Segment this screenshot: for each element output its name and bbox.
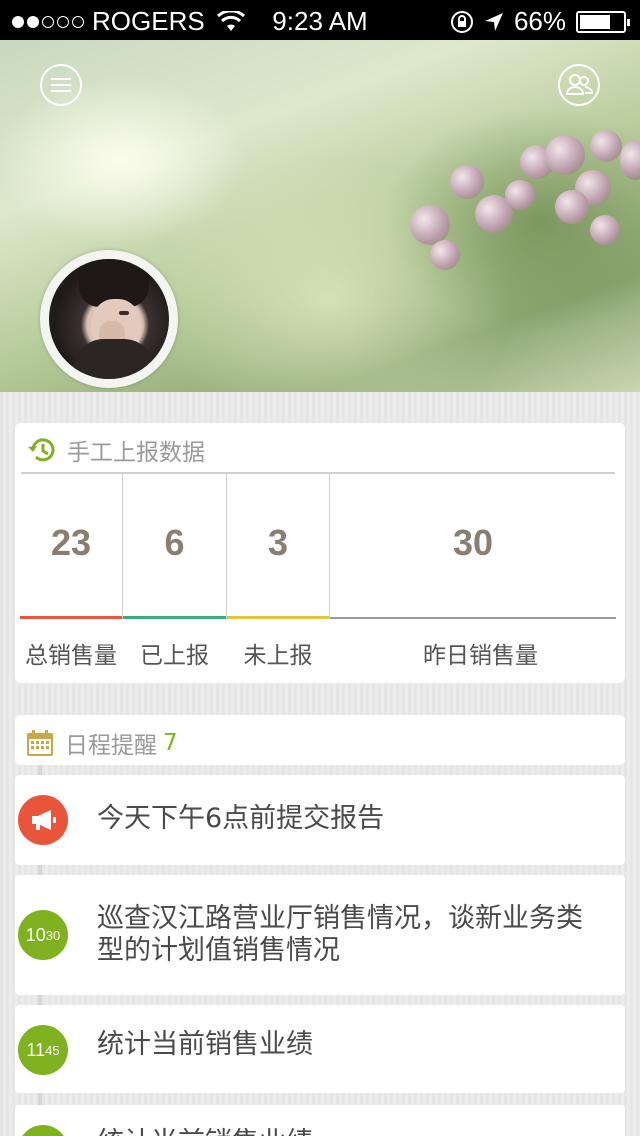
sales-card-header: 手工上报数据 bbox=[27, 433, 205, 467]
stat-label: 未上报 bbox=[243, 643, 313, 669]
schedule-item-text: 统计当前销售业绩 bbox=[97, 1127, 609, 1136]
avatar[interactable] bbox=[40, 250, 178, 388]
stat-bar bbox=[330, 617, 616, 619]
sales-report-card: 手工上报数据 23 6 3 30 总销售量 已上报 未上报 昨日销售量 bbox=[15, 423, 625, 683]
contacts-button[interactable] bbox=[558, 64, 600, 106]
reminder-badge bbox=[18, 795, 68, 845]
time-minute: 30 bbox=[45, 927, 61, 943]
schedule-item-text: 巡查汉江路营业厅销售情况，谈新业务类型的计划值销售情况 bbox=[97, 903, 583, 966]
stat-bar bbox=[227, 616, 329, 619]
sales-card-title: 手工上报数据 bbox=[67, 440, 205, 466]
friends-icon bbox=[565, 74, 593, 95]
stat-reported[interactable]: 6 bbox=[123, 474, 226, 619]
stat-total-sales[interactable]: 23 bbox=[20, 474, 122, 619]
time-badge: 10 30 bbox=[18, 910, 68, 960]
stat-label: 已上报 bbox=[140, 643, 209, 669]
schedule-item[interactable]: 统计当前销售业绩 bbox=[15, 1105, 625, 1136]
stat-unreported[interactable]: 3 bbox=[227, 474, 329, 619]
location-arrow-icon bbox=[484, 12, 503, 31]
time-badge bbox=[18, 1125, 68, 1136]
stat-bar bbox=[123, 616, 226, 619]
schedule-item-text: 今天下午6点前提交报告 bbox=[97, 803, 385, 834]
time-hour: 11 bbox=[26, 1039, 46, 1060]
time-hour: 10 bbox=[25, 924, 46, 945]
stat-value: 6 bbox=[164, 522, 185, 563]
battery-percent: 66% bbox=[513, 6, 566, 36]
megaphone-icon bbox=[32, 810, 56, 830]
schedule-item[interactable]: 今天下午6点前提交报告 bbox=[15, 775, 625, 865]
menu-button[interactable] bbox=[40, 64, 82, 106]
schedule-item-text: 统计当前销售业绩 bbox=[97, 1029, 313, 1060]
stat-value: 30 bbox=[452, 522, 494, 563]
stat-value: 23 bbox=[50, 522, 92, 563]
stat-label: 总销售量 bbox=[25, 643, 117, 669]
history-icon bbox=[28, 438, 55, 462]
schedule-title: 日程提醒 bbox=[65, 733, 157, 759]
schedule-item[interactable]: 10 30 巡查汉江路营业厅销售情况，谈新业务类型的计划值销售情况 bbox=[15, 875, 625, 995]
schedule-header[interactable]: 日程提醒 7 bbox=[15, 715, 625, 765]
schedule-count: 7 bbox=[163, 730, 178, 756]
avatar-image bbox=[49, 259, 169, 379]
time-badge: 11 45 bbox=[18, 1025, 68, 1075]
profile-banner bbox=[0, 40, 640, 392]
schedule-item[interactable]: 11 45 统计当前销售业绩 bbox=[15, 1005, 625, 1093]
stat-bar bbox=[20, 616, 122, 619]
stat-label: 昨日销售量 bbox=[423, 643, 538, 669]
stat-value: 3 bbox=[267, 522, 289, 563]
time-minute: 45 bbox=[45, 1042, 60, 1058]
battery-icon bbox=[576, 10, 630, 33]
menu-icon bbox=[51, 78, 71, 92]
rotation-lock-icon bbox=[450, 10, 473, 33]
stat-yesterday-sales[interactable]: 30 bbox=[330, 474, 616, 619]
status-bar: ROGERS 9:23 AM 66% bbox=[0, 0, 640, 40]
calendar-icon bbox=[27, 730, 53, 756]
